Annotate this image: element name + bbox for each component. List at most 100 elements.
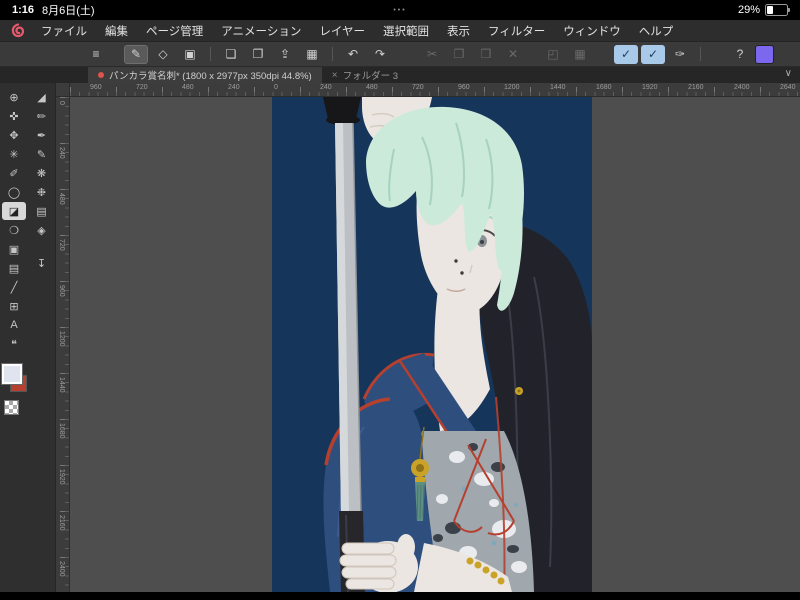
menu-item-animation[interactable]: アニメーション: [212, 23, 310, 39]
mesh-transform-button[interactable]: ▦: [568, 45, 592, 64]
clip-studio-paint-window: 1:16 8月6日(土) ••• 29% ファイル 編集 ページ管理 アニメーションレ…: [0, 0, 800, 600]
copy-button[interactable]: ❐: [447, 45, 471, 64]
open-file-button[interactable]: ❐: [246, 45, 270, 64]
tab-collapse-chevron-icon[interactable]: ∨: [785, 68, 792, 79]
eye-pupil: [480, 240, 484, 244]
clip-studio-logo-icon[interactable]: [10, 22, 26, 39]
modified-dot: [98, 72, 104, 78]
tab-close-icon[interactable]: ×: [332, 70, 338, 81]
ruler-label: 1680: [58, 423, 65, 439]
move-tool[interactable]: ✥: [2, 126, 26, 144]
material-panel-toggle[interactable]: ◈: [30, 221, 54, 239]
ruler-horizontal: 960 720 480 240 0 240 480 720 960 1200 1440 1680 192…: [70, 83, 800, 97]
ruler-label: 1200: [504, 84, 520, 91]
ruler-label: 240: [58, 147, 65, 159]
ruler-label: 720: [136, 84, 148, 91]
paste-button[interactable]: ❒: [474, 45, 498, 64]
decoration-tool[interactable]: ❉: [30, 183, 54, 201]
status-date: 8月6日(土): [42, 5, 95, 17]
gold-ornament-detail: [416, 464, 424, 472]
multitask-dots-icon: •••: [393, 6, 407, 14]
download-tray-button[interactable]: ↧: [30, 254, 54, 272]
menu-item-edit[interactable]: 編集: [96, 23, 137, 39]
menu-item-file[interactable]: ファイル: [32, 23, 96, 39]
stroke-correction-button[interactable]: ✑: [668, 45, 692, 64]
brush-tool-shortcut-button[interactable]: ✎: [124, 44, 148, 64]
rotate-view-tool[interactable]: ✳: [2, 145, 26, 163]
ruler-label: 2160: [58, 515, 65, 531]
menu-item-view[interactable]: 表示: [438, 23, 479, 39]
tab-title: フォルダー 3: [342, 71, 398, 82]
menu-item-selection[interactable]: 選択範囲: [374, 23, 438, 39]
eraser-tool[interactable]: ◪: [2, 202, 26, 220]
redo-button[interactable]: ↷: [368, 45, 392, 64]
thumb: [397, 534, 415, 560]
transform-button[interactable]: ◰: [541, 45, 565, 64]
ruler-label: 1920: [642, 84, 658, 91]
cut-button[interactable]: ✂: [420, 45, 444, 64]
canvas-settings-button[interactable]: ❏: [219, 45, 243, 64]
text-tool[interactable]: A: [2, 316, 26, 334]
brush-tool[interactable]: ✎: [30, 145, 54, 163]
delete-button[interactable]: ✕: [501, 45, 525, 64]
menu-item-layer[interactable]: レイヤー: [310, 23, 374, 39]
ruler-label: 1200: [58, 331, 65, 347]
document-tab-folder-3[interactable]: × フォルダー 3: [321, 67, 408, 83]
main-color-swatch[interactable]: [1, 363, 23, 385]
ruler-label: 960: [90, 84, 102, 91]
gradient-tool[interactable]: ▤: [2, 259, 26, 277]
fill-tool[interactable]: ▣: [2, 240, 26, 258]
airbrush-tool[interactable]: ❋: [30, 164, 54, 182]
tool-panel: ⊕ ✜ ✥ ✳ ✐ ◯ ◪ ❍ ▣ ▤ ╱ ⊞ A ❝ ◢ ✏ ✒ ✎ ❋ ❉ ▤ ◈ ↧: [0, 83, 56, 600]
ruler-label: 720: [412, 84, 424, 91]
gallery-button[interactable]: ▦: [300, 45, 324, 64]
frame-border-tool[interactable]: ⊞: [2, 297, 26, 315]
layer-panel-toggle[interactable]: ▤: [30, 202, 54, 220]
operation-tool[interactable]: ✐: [2, 164, 26, 182]
zoom-tool[interactable]: ⊕: [2, 88, 26, 106]
status-time: 1:16: [12, 4, 35, 16]
toolbar-separator: [332, 47, 333, 61]
menu-item-help[interactable]: ヘルプ: [630, 23, 683, 39]
transparent-color-swatch[interactable]: [4, 400, 19, 415]
help-button[interactable]: ?: [728, 45, 752, 64]
snap-to-special-ruler-button[interactable]: ✓: [641, 44, 665, 64]
document-tab-document[interactable]: パンカラ賞名刺* (1800 x 2977px 350dpi 44.8%): [88, 67, 322, 83]
snap-to-ruler-button[interactable]: ✓: [614, 44, 638, 64]
toolbar-separator: [210, 47, 211, 61]
sub-view-color-button[interactable]: [755, 44, 774, 64]
ruler-label: 0: [274, 84, 278, 91]
menu-item-window[interactable]: ウィンドウ: [554, 23, 630, 39]
ruler-label: 720: [58, 239, 65, 251]
kneaded-eraser-tool[interactable]: ◢: [30, 88, 54, 106]
blend-tool[interactable]: ❍: [2, 221, 26, 239]
reference-button[interactable]: ▣: [178, 45, 202, 64]
menu-item-page-management[interactable]: ページ管理: [137, 23, 212, 39]
home-indicator-strip: [0, 592, 800, 600]
balloon-tool[interactable]: ❝: [2, 335, 26, 353]
hand-tool[interactable]: ✜: [2, 107, 26, 125]
ruler-label: 2400: [734, 84, 750, 91]
command-bar: ≡ ✎ ◇ ▣ ❏ ❐ ⇪ ▦ ↶ ↷ ✂ ❐ ❒ ✕ ◰ ▦ ✓ ✓ ✑?: [0, 42, 800, 67]
lasso-tool[interactable]: ◯: [2, 183, 26, 201]
canvas-viewport[interactable]: [70, 93, 800, 600]
ruler-label: 1680: [596, 84, 612, 91]
document-tab-bar: パンカラ賞名刺* (1800 x 2977px 350dpi 44.8%) × フォ…: [0, 67, 800, 83]
ruler-ticks: [65, 97, 69, 600]
tab-title: パンカラ賞名刺* (1800 x 2977px 350dpi 44.8%): [109, 71, 312, 82]
ruler-label: 480: [58, 193, 65, 205]
pen-tool[interactable]: ✒: [30, 126, 54, 144]
figure-tool[interactable]: ╱: [2, 278, 26, 296]
canvas-document[interactable]: [272, 93, 592, 593]
undo-button[interactable]: ↶: [341, 45, 365, 64]
main-menu-button[interactable]: ≡: [84, 45, 108, 64]
share-button[interactable]: ⇪: [273, 45, 297, 64]
pencil-tool[interactable]: ✏: [30, 107, 54, 125]
color-swatch-area: [0, 362, 28, 418]
ruler-label: 240: [320, 84, 332, 91]
menu-item-filter[interactable]: フィルター: [479, 23, 554, 39]
ruler-label: 240: [228, 84, 240, 91]
ruler-label: 0: [58, 101, 65, 105]
gold-clasp-center: [517, 389, 521, 393]
tool-property-button[interactable]: ◇: [151, 45, 175, 64]
